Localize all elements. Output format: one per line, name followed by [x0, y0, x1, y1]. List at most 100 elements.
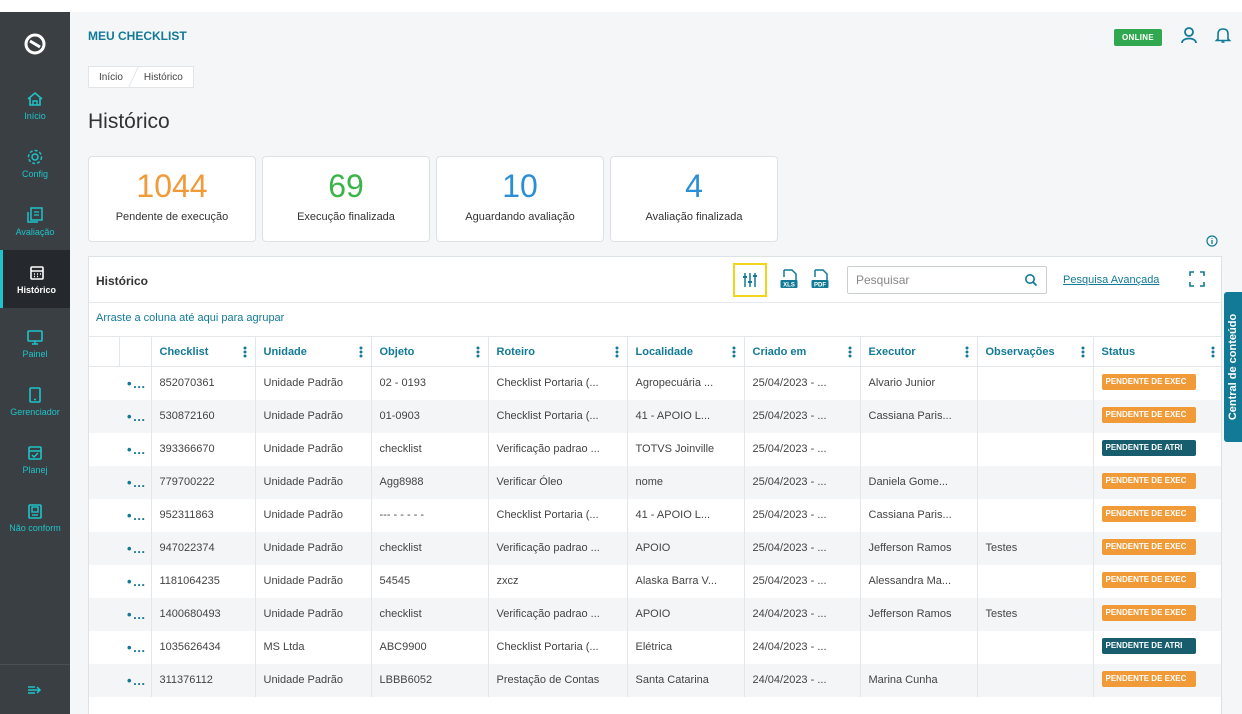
cell-objeto: --- - - - - - — [370, 498, 488, 532]
cell-criado: 24/04/2023 - ... — [743, 597, 860, 631]
bell-icon[interactable] — [1214, 26, 1232, 49]
user-icon[interactable] — [1180, 26, 1198, 49]
cell-roteiro: Verificação padrao ... — [487, 432, 627, 466]
row-actions-button[interactable]: ••• — [119, 465, 151, 499]
column-header-checklist[interactable]: Checklist — [150, 336, 255, 367]
table-row[interactable]: ••• 311376112 Unidade Padrão LBBB6052 Presta… — [89, 663, 1221, 697]
sidebar-item-config[interactable]: Config — [0, 134, 70, 192]
row-actions-button[interactable]: ••• — [119, 399, 151, 433]
export-xls-button[interactable]: XLS — [779, 269, 799, 296]
clipboard-icon — [28, 503, 42, 519]
sidebar-item-avaliacao[interactable]: Avaliação — [0, 192, 70, 250]
column-menu-icon[interactable] — [848, 345, 852, 359]
content-center-tab[interactable]: Central de conteúdo — [1224, 292, 1242, 442]
fullscreen-icon[interactable] — [1189, 271, 1205, 292]
expand-arrow-icon — [28, 685, 42, 694]
row-actions-button[interactable]: ••• — [119, 597, 151, 631]
sidebar-item-gerenciador[interactable]: Gerenciador — [0, 372, 70, 430]
column-filter-button[interactable] — [733, 263, 767, 297]
row-actions-button[interactable]: ••• — [119, 367, 151, 400]
sidebar-item-label: Painel — [22, 348, 48, 359]
sidebar-item-label: Não conform — [9, 522, 61, 533]
row-spacer — [89, 367, 119, 400]
row-actions-button[interactable]: ••• — [119, 433, 151, 466]
column-menu-icon[interactable] — [476, 345, 480, 359]
cell-objeto: Agg8988 — [370, 465, 488, 499]
cell-executor — [859, 432, 977, 466]
cell-obs — [976, 465, 1093, 499]
sliders-icon — [743, 273, 757, 287]
table-row[interactable]: ••• 530872160 Unidade Padrão 01-0903 Checkli… — [89, 399, 1221, 433]
breadcrumb-item-inicio[interactable]: Início — [89, 72, 133, 83]
table-row[interactable]: ••• 1181064235 Unidade Padrão 54545 zxcz Alas… — [89, 564, 1221, 598]
info-icon[interactable] — [1206, 234, 1218, 252]
export-pdf-button[interactable]: PDF — [810, 269, 830, 296]
sidebar-item-historico[interactable]: Histórico — [0, 250, 70, 308]
cell-unidade: Unidade Padrão — [254, 432, 371, 466]
table-row[interactable]: ••• 947022374 Unidade Padrão checklist Verif… — [89, 531, 1221, 565]
column-header-observacoes[interactable]: Observações — [976, 336, 1093, 367]
search-icon[interactable] — [1024, 273, 1038, 287]
cell-localidade: APOIO — [626, 597, 744, 631]
row-actions-button[interactable]: ••• — [119, 531, 151, 565]
column-header-roteiro[interactable]: Roteiro — [487, 336, 627, 367]
column-menu-icon[interactable] — [243, 345, 247, 359]
status-badge: PENDENTE DE EXEC — [1101, 604, 1196, 621]
pdf-file-icon: PDF — [811, 269, 829, 289]
sidebar: Início Config Avaliação Histórico Painel… — [0, 12, 70, 714]
summary-card-pendente-execucao[interactable]: 1044 Pendente de execução — [88, 156, 256, 242]
summary-card-value: 69 — [328, 168, 364, 204]
column-menu-icon[interactable] — [359, 345, 363, 359]
table-row[interactable]: ••• 1400680493 Unidade Padrão checklist Veri… — [89, 597, 1221, 631]
row-actions-button[interactable]: ••• — [119, 631, 151, 664]
logo-icon[interactable] — [0, 12, 70, 76]
table-row[interactable]: ••• 779700222 Unidade Padrão Agg8988 Verific… — [89, 465, 1221, 499]
column-header-criado-em[interactable]: Criado em — [743, 336, 860, 367]
breadcrumb-item-historico: Histórico — [143, 71, 183, 83]
column-menu-icon[interactable] — [965, 345, 969, 359]
column-menu-icon[interactable] — [615, 345, 619, 359]
sidebar-item-nao-conform[interactable]: Não conform — [0, 488, 70, 546]
row-spacer — [89, 531, 119, 565]
summary-card-execucao-finalizada[interactable]: 69 Execução finalizada — [262, 156, 430, 242]
summary-card-value: 1044 — [136, 168, 208, 204]
column-header-objeto[interactable]: Objeto — [370, 336, 488, 367]
row-actions-button[interactable]: ••• — [119, 663, 151, 697]
search-input[interactable] — [856, 273, 1016, 287]
cell-checklist: 530872160 — [150, 399, 255, 433]
sidebar-item-painel[interactable]: Painel — [0, 314, 70, 372]
cell-status: PENDENTE DE EXEC — [1092, 531, 1221, 565]
column-header-status[interactable]: Status — [1092, 336, 1221, 367]
cell-localidade: Santa Catarina — [626, 663, 744, 697]
column-menu-icon[interactable] — [1081, 345, 1085, 359]
cell-criado: 25/04/2023 - ... — [743, 366, 860, 400]
table-row[interactable]: ••• 1035626434 MS Ltda ABC9900 Checklist Por… — [89, 630, 1221, 664]
sidebar-toggle-button[interactable] — [0, 664, 70, 714]
cell-executor: Jefferson Ramos — [859, 597, 977, 631]
column-header-label: Unidade — [263, 345, 307, 358]
column-header-localidade[interactable]: Localidade — [626, 336, 744, 367]
summary-card-aguardando-avaliacao[interactable]: 10 Aguardando avaliação — [436, 156, 604, 242]
cell-roteiro: Checklist Portaria (... — [487, 630, 627, 664]
column-header-unidade[interactable]: Unidade — [254, 336, 371, 367]
row-actions-button[interactable]: ••• — [119, 565, 151, 598]
tablet-icon — [29, 386, 41, 403]
cell-localidade: Agropecuária ... — [626, 366, 744, 400]
table-row[interactable]: ••• 952311863 Unidade Padrão --- - - - - -C… — [89, 498, 1221, 532]
cell-obs: Testes — [976, 531, 1093, 565]
column-header-executor[interactable]: Executor — [859, 336, 977, 367]
sidebar-item-planej[interactable]: Planej — [0, 430, 70, 488]
row-spacer — [89, 597, 119, 631]
advanced-search-link[interactable]: Pesquisa Avançada — [1063, 274, 1159, 286]
column-header-label: Observações — [985, 345, 1055, 358]
sidebar-item-label: Início — [24, 110, 46, 121]
summary-card-avaliacao-finalizada[interactable]: 4 Avaliação finalizada — [610, 156, 778, 242]
sidebar-item-label: Config — [21, 168, 48, 179]
table-row[interactable]: ••• 393366670 Unidade Padrão checklist Verif… — [89, 432, 1221, 466]
column-menu-icon[interactable] — [1211, 345, 1215, 359]
column-menu-icon[interactable] — [732, 345, 736, 359]
row-actions-button[interactable]: ••• — [119, 499, 151, 532]
group-by-drop-zone[interactable]: Arraste a coluna até aqui para agrupar — [96, 312, 284, 324]
table-row[interactable]: ••• 852070361 Unidade Padrão 02 - 0193 Check… — [89, 366, 1221, 400]
sidebar-item-inicio[interactable]: Início — [0, 76, 70, 134]
